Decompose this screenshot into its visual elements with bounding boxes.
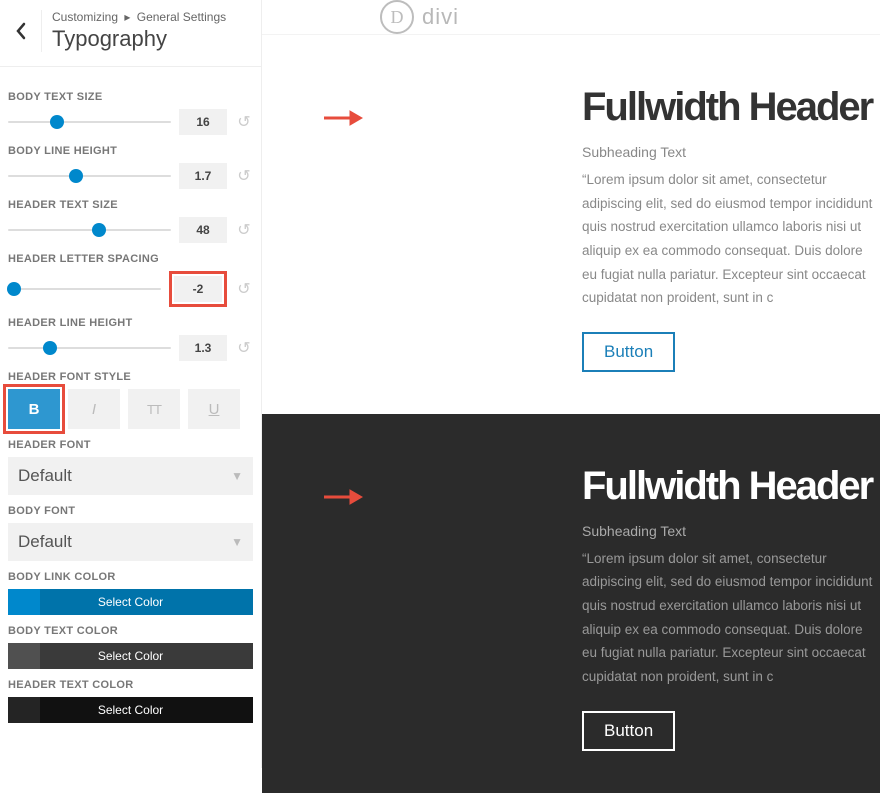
header-text-color-label: HEADER TEXT COLOR [8, 679, 253, 691]
chevron-left-icon [15, 22, 27, 40]
body-font-select[interactable]: Default ▼ [8, 523, 253, 561]
header-font-style-label: HEADER FONT STYLE [8, 371, 253, 383]
body-line-height-slider[interactable] [8, 168, 171, 184]
header-text-size-slider[interactable] [8, 222, 171, 238]
body-font-label: BODY FONT [8, 505, 253, 517]
page-title: Typography [52, 26, 226, 52]
font-style-bold-button[interactable]: B [8, 389, 60, 429]
preview-topbar: D divi [262, 0, 880, 35]
arrow-right-icon [322, 109, 364, 132]
back-button[interactable] [0, 10, 42, 52]
customizer-panel: Customizing ▸ General Settings Typograph… [0, 0, 262, 768]
preview-pane: D divi Fullwidth Header Subheading Text … [262, 0, 880, 768]
chevron-down-icon: ▼ [231, 469, 243, 483]
highlighted-value [169, 271, 227, 307]
reset-icon[interactable]: ↺ [235, 113, 253, 131]
chevron-down-icon: ▼ [231, 535, 243, 549]
panel-header: Customizing ▸ General Settings Typograph… [0, 0, 261, 67]
header-line-height-slider[interactable] [8, 340, 171, 356]
header-letter-spacing-label: HEADER LETTER SPACING [8, 253, 253, 265]
header-font-value: Default [18, 466, 72, 486]
body-line-height-input[interactable] [179, 163, 227, 189]
arrow-right-icon [322, 488, 364, 511]
breadcrumb-parent: Customizing [52, 10, 118, 24]
header-letter-spacing-slider[interactable] [8, 281, 161, 297]
font-style-underline-button[interactable]: U [188, 389, 240, 429]
preview-section-light: Fullwidth Header Subheading Text “Lorem … [262, 35, 880, 414]
brand-name: divi [422, 4, 459, 30]
reset-icon[interactable]: ↺ [235, 221, 253, 239]
header-text-color-button[interactable]: Select Color [8, 697, 253, 723]
header-text-size-input[interactable] [179, 217, 227, 243]
body-link-color-label: BODY LINK COLOR [8, 571, 253, 583]
reset-icon[interactable]: ↺ [235, 339, 253, 357]
body-text-size-input[interactable] [179, 109, 227, 135]
divi-logo-icon: D [380, 0, 414, 34]
header-line-height-input[interactable] [179, 335, 227, 361]
preview-button[interactable]: Button [582, 332, 675, 372]
preview-subheading: Subheading Text [582, 523, 880, 539]
preview-paragraph: “Lorem ipsum dolor sit amet, consectetur… [582, 168, 880, 310]
preview-section-dark: Fullwidth Header Subheading Text “Lorem … [262, 414, 880, 793]
body-text-size-slider[interactable] [8, 114, 171, 130]
breadcrumb: Customizing ▸ General Settings [52, 10, 226, 24]
preview-paragraph: “Lorem ipsum dolor sit amet, consectetur… [582, 547, 880, 689]
reset-icon[interactable]: ↺ [235, 280, 253, 298]
header-line-height-label: HEADER LINE HEIGHT [8, 317, 253, 329]
panel-body: BODY TEXT SIZE ↺ BODY LINE HEIGHT ↺ HEAD… [0, 67, 261, 731]
body-font-value: Default [18, 532, 72, 552]
body-link-color-button[interactable]: Select Color [8, 589, 253, 615]
body-line-height-label: BODY LINE HEIGHT [8, 145, 253, 157]
body-text-color-button[interactable]: Select Color [8, 643, 253, 669]
preview-button[interactable]: Button [582, 711, 675, 751]
body-text-size-label: BODY TEXT SIZE [8, 91, 253, 103]
breadcrumb-current: General Settings [137, 10, 226, 24]
reset-icon[interactable]: ↺ [235, 167, 253, 185]
header-letter-spacing-input[interactable] [174, 276, 222, 302]
header-text-size-label: HEADER TEXT SIZE [8, 199, 253, 211]
preview-heading: Fullwidth Header [582, 85, 880, 130]
breadcrumb-separator-icon: ▸ [124, 10, 130, 24]
preview-heading: Fullwidth Header [582, 464, 880, 509]
font-style-italic-button[interactable]: I [68, 389, 120, 429]
preview-subheading: Subheading Text [582, 144, 880, 160]
header-font-select[interactable]: Default ▼ [8, 457, 253, 495]
font-style-uppercase-button[interactable]: TT [128, 389, 180, 429]
header-font-label: HEADER FONT [8, 439, 253, 451]
body-text-color-label: BODY TEXT COLOR [8, 625, 253, 637]
